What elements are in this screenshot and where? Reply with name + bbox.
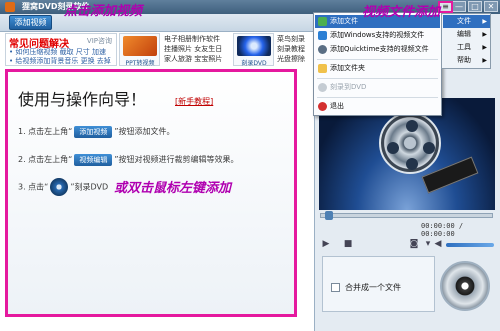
menu-file[interactable]: 文件 ▶ bbox=[443, 15, 490, 28]
volume-icon[interactable]: ◀ bbox=[432, 238, 444, 250]
menu-tools[interactable]: 工具 ▶ bbox=[443, 41, 490, 54]
windows-icon bbox=[318, 31, 327, 40]
play-icon[interactable]: ▶ bbox=[320, 238, 332, 250]
reel-hole bbox=[387, 142, 399, 154]
menu-icon[interactable]: ≡ bbox=[438, 1, 453, 13]
link-album-maker[interactable]: 电子相册制作软件 bbox=[164, 34, 222, 44]
guide-step-1: 1. 点击左上角“ 添加视频 ”按钮添加文件。 bbox=[18, 126, 174, 138]
seek-handle[interactable] bbox=[325, 211, 333, 220]
close-button[interactable]: ✕ bbox=[484, 1, 498, 12]
annotation-add-video: 点击添加视频 bbox=[64, 4, 143, 19]
menu-label: 工具 bbox=[457, 43, 471, 51]
merge-checkbox[interactable] bbox=[331, 283, 340, 292]
window-controls: — □ ✕ bbox=[452, 1, 498, 12]
menu-item-label: 添加文件夹 bbox=[330, 64, 365, 72]
link-disc-erase[interactable]: 光盘擦除 bbox=[277, 54, 305, 64]
link-burn-tutorial[interactable]: 刻录教程 bbox=[277, 44, 305, 54]
step-text: 1. 点击左上角“ bbox=[18, 127, 73, 136]
menu-help[interactable]: 帮助 ▶ bbox=[443, 54, 490, 67]
reel-hole bbox=[406, 120, 418, 132]
link-travel[interactable]: 家人旅游 宝宝照片 bbox=[164, 54, 222, 64]
burn-button[interactable] bbox=[440, 261, 490, 311]
guide-step-2: 2. 点击左上角“ 视频编辑 ”按钮对视频进行裁剪编辑等效果。 bbox=[18, 154, 238, 166]
burn-disc-icon bbox=[50, 178, 69, 196]
menu-label: 帮助 bbox=[457, 56, 471, 64]
menu-item-add-folder[interactable]: 添加文件夹 bbox=[315, 62, 440, 75]
beginner-tutorial-link[interactable]: [新手教程] bbox=[175, 96, 213, 107]
annotation-video-add: 视频文件添加 bbox=[362, 5, 441, 20]
ppt-icon bbox=[123, 36, 157, 56]
link-column-album: 电子相册制作软件 挂播照片 女友生日 家人旅游 宝宝照片 bbox=[164, 34, 222, 64]
link-column-burn: 菜鸟刻录 刻录教程 光盘擦除 bbox=[277, 34, 305, 64]
faq-panel: 常见问题解决 VIP咨询 • 如何压缩视频 截取 尺寸 加速 • 给视频添加背景… bbox=[5, 33, 117, 66]
step-text: ”按钮添加文件。 bbox=[114, 127, 175, 136]
reel-hole bbox=[406, 158, 418, 170]
seek-bar[interactable] bbox=[320, 211, 493, 220]
disc-icon bbox=[318, 83, 327, 92]
vip-consult-link[interactable]: VIP咨询 bbox=[87, 36, 112, 46]
step-text: 2. 点击左上角“ bbox=[18, 155, 73, 164]
merge-panel: 合并成一个文件 bbox=[322, 256, 435, 312]
menu-item-label: 添加Windows支持的视频文件 bbox=[330, 31, 425, 39]
menu-label: 编辑 bbox=[457, 30, 471, 38]
file-submenu: 添加文件 添加Windows支持的视频文件 添加Quicktime支持的视频文件… bbox=[313, 12, 442, 116]
film-reel-icon bbox=[379, 112, 441, 174]
exit-icon bbox=[318, 102, 327, 111]
link-beginner-burn[interactable]: 菜鸟刻录 bbox=[277, 34, 305, 44]
add-video-button[interactable]: 添加视频 bbox=[9, 15, 52, 30]
chevron-right-icon: ▶ bbox=[482, 18, 487, 25]
menu-item-exit[interactable]: 退出 bbox=[315, 100, 440, 113]
stop-icon[interactable]: ■ bbox=[342, 238, 354, 250]
promo-caption: 刻录DVD bbox=[241, 60, 267, 67]
folder-icon bbox=[318, 64, 327, 73]
promo-burn-dvd[interactable]: 刻录DVD bbox=[233, 33, 274, 67]
menu-item-label: 添加Quicktime支持的视频文件 bbox=[330, 45, 429, 53]
guide-title: 使用与操作向导！ bbox=[18, 92, 147, 109]
guide-panel[interactable]: 使用与操作向导！ [新手教程] 1. 点击左上角“ 添加视频 ”按钮添加文件。 2.… bbox=[5, 69, 297, 317]
faq-link[interactable]: • 给视频添加背景音乐 更换 去掉 bbox=[9, 56, 111, 66]
minimize-button[interactable]: — bbox=[452, 1, 466, 12]
menu-divider bbox=[317, 97, 438, 98]
quicktime-icon bbox=[318, 45, 327, 54]
promo-ppt-to-video[interactable]: PPT转视频 bbox=[119, 33, 160, 67]
chevron-right-icon: ▶ bbox=[482, 57, 487, 64]
menu-item-burn-dvd[interactable]: 刻录到DVD bbox=[315, 81, 440, 94]
merge-label: 合并成一个文件 bbox=[345, 283, 401, 292]
dvd-icon bbox=[237, 36, 271, 56]
main-menu: 文件 ▶ 编辑 ▶ 工具 ▶ 帮助 ▶ bbox=[441, 13, 491, 69]
chevron-right-icon: ▶ bbox=[482, 44, 487, 51]
step-text: 3. 点击“ bbox=[18, 182, 49, 192]
chevron-right-icon: ▶ bbox=[482, 31, 487, 38]
menu-item-add-quicktime-video[interactable]: 添加Quicktime支持的视频文件 bbox=[315, 43, 440, 56]
player-controls: ▶ ■ ◙ ▾ ◀ bbox=[318, 236, 498, 254]
guide-step-3: 3. 点击“ ”刻录DVD bbox=[18, 178, 108, 196]
snapshot-icon[interactable]: ◙ bbox=[408, 238, 420, 250]
menu-divider bbox=[317, 78, 438, 79]
link-photos[interactable]: 挂播照片 女友生日 bbox=[164, 44, 222, 54]
menu-item-label: 刻录到DVD bbox=[330, 83, 367, 91]
menu-item-label: 添加文件 bbox=[330, 17, 358, 25]
menu-item-label: 退出 bbox=[330, 102, 344, 110]
annotation-double-click: 或双击鼠标左键添加 bbox=[114, 181, 232, 196]
add-icon bbox=[318, 17, 327, 26]
menu-edit[interactable]: 编辑 ▶ bbox=[443, 28, 490, 41]
volume-slider[interactable] bbox=[446, 243, 494, 247]
menu-divider bbox=[317, 59, 438, 60]
reel-hole bbox=[423, 142, 435, 154]
step-text: ”按钮对视频进行裁剪编辑等效果。 bbox=[114, 155, 239, 164]
app-logo-icon bbox=[5, 2, 15, 12]
menu-label: 文件 bbox=[457, 17, 471, 25]
step-text: ”刻录DVD bbox=[70, 182, 109, 192]
step-add-video-tag: 添加视频 bbox=[74, 126, 113, 138]
maximize-button[interactable]: □ bbox=[468, 1, 482, 12]
menu-item-add-windows-video[interactable]: 添加Windows支持的视频文件 bbox=[315, 29, 440, 42]
promo-caption: PPT转视频 bbox=[125, 60, 155, 67]
step-edit-video-tag: 视频编辑 bbox=[74, 154, 113, 166]
